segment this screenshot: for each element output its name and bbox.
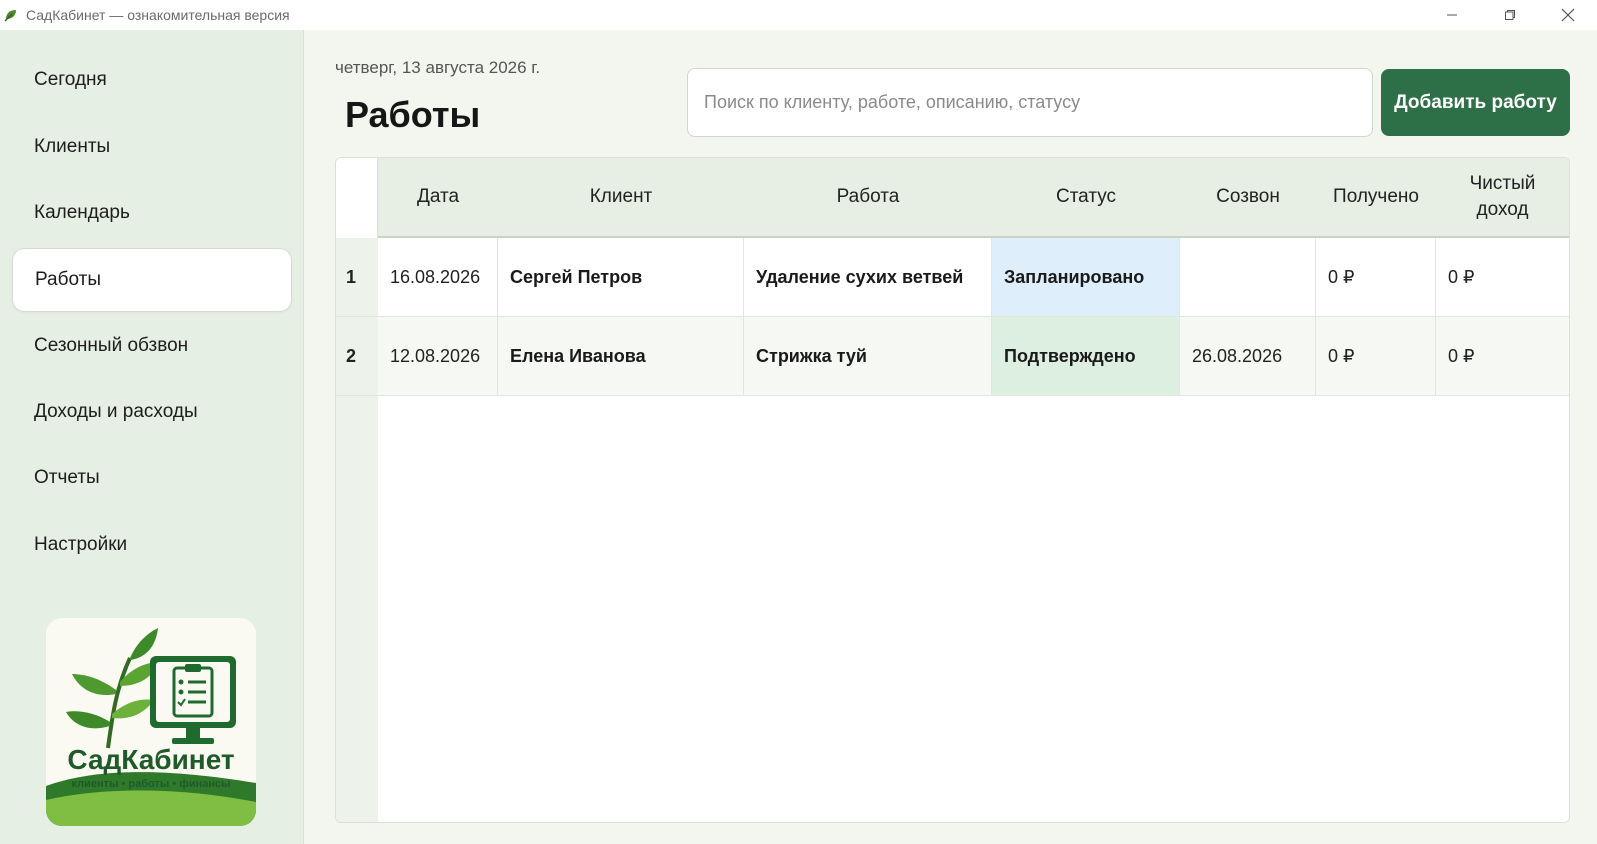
add-work-button[interactable]: Добавить работу [1381,69,1570,136]
title-bar: СадКабинет — ознакомительная версия [0,0,1597,30]
column-header-call[interactable]: Созвон [1180,158,1316,236]
cell-net-income[interactable]: 0 ₽ [1436,317,1569,395]
column-header-net-income[interactable]: Чистый доход [1436,158,1569,236]
cell-call[interactable] [1180,238,1316,316]
current-date: четверг, 13 августа 2026 г. [335,58,541,77]
sidebar-item-seasonal-calls[interactable]: Сезонный обзвон [12,314,292,378]
logo-name: СадКабинет [67,744,235,775]
page-title: Работы [345,94,481,135]
cell-work[interactable]: Удаление сухих ветвей [744,238,992,316]
table-corner [336,158,378,238]
table-row[interactable]: 1 16.08.2026 Сергей Петров Удаление сухи… [336,238,1569,317]
sidebar-item-calendar[interactable]: Календарь [12,181,292,245]
restore-icon[interactable] [1481,0,1539,30]
cell-received[interactable]: 0 ₽ [1316,238,1436,316]
close-icon[interactable] [1539,0,1597,30]
cell-call[interactable]: 26.08.2026 [1180,317,1316,395]
cell-work[interactable]: Стрижка туй [744,317,992,395]
sidebar-item-clients[interactable]: Клиенты [12,115,292,179]
column-header-date[interactable]: Дата [378,158,498,236]
table-row[interactable]: 2 12.08.2026 Елена Иванова Стрижка туй П… [336,317,1569,396]
logo-tagline: клиенты • работы • финансы [71,778,231,790]
search-input[interactable] [687,68,1373,137]
cell-client[interactable]: Елена Иванова [498,317,744,395]
cell-received[interactable]: 0 ₽ [1316,317,1436,395]
column-header-work[interactable]: Работа [744,158,992,236]
row-index: 2 [336,317,378,395]
sidebar-item-income-expenses[interactable]: Доходы и расходы [12,380,292,444]
column-header-status[interactable]: Статус [992,158,1180,236]
sidebar-item-works[interactable]: Работы [12,248,292,312]
sidebar-item-reports[interactable]: Отчеты [12,446,292,510]
table-header: Дата Клиент Работа Статус Созвон Получен… [336,158,1569,238]
sidebar: Сегодня Клиенты Календарь Работы Сезонны… [0,30,304,844]
minimize-icon[interactable] [1423,0,1481,30]
cell-date[interactable]: 12.08.2026 [378,317,498,395]
cell-status[interactable]: Запланировано [992,238,1180,316]
works-table: Дата Клиент Работа Статус Созвон Получен… [335,157,1570,823]
sidebar-item-today[interactable]: Сегодня [12,48,292,112]
app-logo: СадКабинет клиенты • работы • финансы [46,618,256,826]
column-header-received[interactable]: Получено [1316,158,1436,236]
column-header-client[interactable]: Клиент [498,158,744,236]
leaf-icon [2,6,20,24]
cell-net-income[interactable]: 0 ₽ [1436,238,1569,316]
cell-status[interactable]: Подтверждено [992,317,1180,395]
sidebar-item-settings[interactable]: Настройки [12,513,292,577]
window-title: СадКабинет — ознакомительная версия [26,7,290,23]
cell-date[interactable]: 16.08.2026 [378,238,498,316]
cell-client[interactable]: Сергей Петров [498,238,744,316]
row-index: 1 [336,238,378,316]
